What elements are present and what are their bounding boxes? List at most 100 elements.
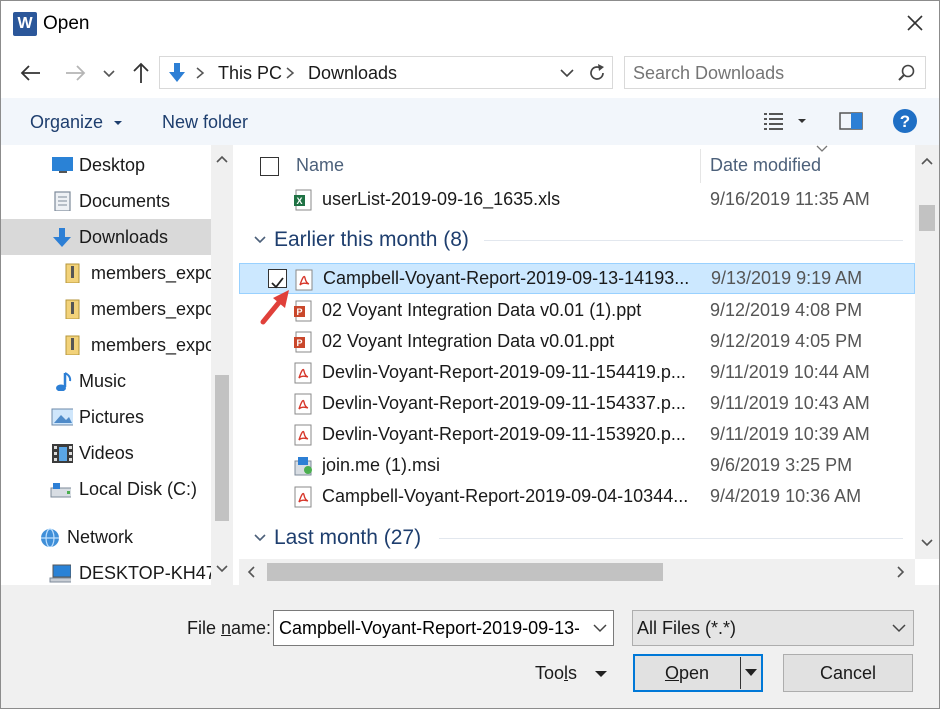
group-header-last-month[interactable]: Last month (27) <box>239 521 915 555</box>
pdf-file-icon <box>294 486 312 508</box>
zip-folder-icon <box>65 263 80 283</box>
recent-locations-button[interactable] <box>99 59 119 87</box>
powerpoint-file-icon: P <box>294 300 312 322</box>
downloads-icon <box>53 228 71 247</box>
navigation-pane: Desktop Documents Downloads members_expo <box>1 145 233 585</box>
dropdown-arrow-icon <box>595 671 608 678</box>
file-row-userlist-xls[interactable]: X userList-2019-09-16_1635.xls 9/16/2019… <box>239 184 915 215</box>
chevron-down-icon[interactable] <box>558 65 576 81</box>
forward-arrow-icon <box>66 65 86 81</box>
file-name: Devlin-Voyant-Report-2019-09-11-153920.p… <box>322 424 686 444</box>
search-box[interactable] <box>624 56 926 89</box>
back-button[interactable] <box>17 59 45 87</box>
word-app-icon: W <box>13 12 37 36</box>
scroll-down-icon[interactable] <box>215 563 229 575</box>
scroll-up-icon[interactable] <box>215 153 229 165</box>
help-button[interactable]: ? <box>892 108 918 134</box>
file-row-devlin-report-154337[interactable]: Devlin-Voyant-Report-2019-09-11-154337.p… <box>239 388 915 419</box>
nav-item-desktop-computer[interactable]: DESKTOP-KH47N <box>1 555 211 585</box>
file-row-devlin-report-154419[interactable]: Devlin-Voyant-Report-2019-09-11-154419.p… <box>239 357 915 388</box>
nav-item-label: members_expo <box>91 263 211 283</box>
preview-pane-button[interactable] <box>839 110 863 132</box>
scroll-down-icon[interactable] <box>920 537 934 549</box>
new-folder-button[interactable]: New folder <box>162 111 248 133</box>
file-name: 02 Voyant Integration Data v0.01 (1).ppt <box>322 300 642 320</box>
nav-item-desktop[interactable]: Desktop <box>1 147 211 183</box>
back-arrow-icon <box>20 65 40 81</box>
nav-pane-scrollbar[interactable] <box>211 145 233 585</box>
scroll-right-icon[interactable] <box>895 565 907 579</box>
nav-item-videos[interactable]: Videos <box>1 435 211 471</box>
svg-text:P: P <box>296 307 302 317</box>
nav-item-downloads[interactable]: Downloads <box>1 219 211 255</box>
horizontal-scrollbar[interactable] <box>239 559 915 585</box>
music-icon <box>56 372 72 391</box>
powerpoint-file-icon: P <box>294 331 312 353</box>
file-row-devlin-report-153920[interactable]: Devlin-Voyant-Report-2019-09-11-153920.p… <box>239 419 915 450</box>
nav-item-members-export-3[interactable]: members_expo <box>1 327 211 363</box>
nav-item-label: members_expo <box>91 299 211 319</box>
open-button-label: Open <box>664 663 710 683</box>
chevron-down-icon[interactable] <box>592 622 608 634</box>
file-row-voyant-ppt-2[interactable]: P 02 Voyant Integration Data v0.01.ppt 9… <box>239 326 915 357</box>
file-name-combobox[interactable] <box>273 610 614 646</box>
chevron-right-icon[interactable] <box>284 66 296 80</box>
organize-button[interactable]: Organize <box>30 111 124 133</box>
scroll-left-icon[interactable] <box>245 565 257 579</box>
file-date: 9/6/2019 3:25 PM <box>710 455 853 475</box>
nav-scroll-thumb[interactable] <box>215 375 229 521</box>
up-button[interactable] <box>127 59 155 87</box>
file-name: Devlin-Voyant-Report-2019-09-11-154337.p… <box>322 393 686 413</box>
scroll-up-icon[interactable] <box>920 155 934 167</box>
chevron-down-icon <box>103 70 115 78</box>
pdf-file-icon <box>295 269 313 291</box>
column-header-name[interactable]: Name <box>296 155 344 176</box>
column-header-date-modified[interactable]: Date modified <box>710 155 821 176</box>
tools-button[interactable]: Tools <box>535 662 608 684</box>
nav-item-documents[interactable]: Documents <box>1 183 211 219</box>
group-header-earlier-this-month[interactable]: Earlier this month (8) <box>239 223 915 257</box>
nav-item-label: Documents <box>79 191 171 211</box>
collapse-chevron-icon <box>254 236 266 244</box>
local-disk-icon <box>50 483 71 498</box>
file-row-join-me-msi[interactable]: join.me (1).msi 9/6/2019 3:25 PM <box>239 450 915 481</box>
nav-item-members-export-2[interactable]: members_expo <box>1 291 211 327</box>
file-row-voyant-ppt-1[interactable]: P 02 Voyant Integration Data v0.01 (1).p… <box>239 295 915 326</box>
file-row-campbell-report-0904[interactable]: Campbell-Voyant-Report-2019-09-04-10344.… <box>239 481 915 512</box>
file-type-filter-select[interactable]: All Files (*.*) <box>632 610 914 646</box>
nav-item-network[interactable]: Network <box>1 519 211 555</box>
search-icon[interactable] <box>897 63 917 83</box>
file-date: 9/11/2019 10:39 AM <box>710 424 870 444</box>
refresh-icon[interactable] <box>586 62 608 84</box>
row-checkbox-checked[interactable] <box>268 269 287 289</box>
breadcrumb-downloads[interactable]: Downloads <box>308 62 397 84</box>
open-button[interactable]: Open <box>633 654 763 692</box>
file-row-campbell-report-0913[interactable]: Campbell-Voyant-Report-2019-09-13-14193.… <box>239 263 915 294</box>
close-button[interactable] <box>899 9 931 39</box>
nav-item-pictures[interactable]: Pictures <box>1 399 211 435</box>
select-all-checkbox[interactable] <box>260 157 279 176</box>
chevron-down-icon <box>892 624 906 633</box>
search-input[interactable] <box>633 61 893 85</box>
nav-item-label: Music <box>79 371 127 391</box>
open-options-arrow-icon[interactable] <box>743 667 759 679</box>
forward-button[interactable] <box>61 59 89 87</box>
change-view-button[interactable] <box>763 110 813 132</box>
file-list-scrollbar[interactable] <box>915 145 939 559</box>
horizontal-scroll-thumb[interactable] <box>267 563 663 581</box>
column-divider[interactable] <box>700 149 701 183</box>
nav-item-music[interactable]: Music <box>1 363 211 399</box>
file-name: Campbell-Voyant-Report-2019-09-13-14193.… <box>323 268 690 288</box>
file-name-input[interactable] <box>279 616 579 640</box>
pdf-file-icon <box>294 362 312 384</box>
close-icon <box>907 15 923 31</box>
nav-item-local-disk[interactable]: Local Disk (C:) <box>1 471 211 507</box>
file-scroll-thumb[interactable] <box>919 205 935 231</box>
up-arrow-icon <box>133 62 149 83</box>
file-name: Devlin-Voyant-Report-2019-09-11-154419.p… <box>322 362 686 382</box>
cancel-button[interactable]: Cancel <box>783 654 913 692</box>
address-bar[interactable]: This PC Downloads <box>159 56 613 89</box>
chevron-right-icon <box>196 67 205 79</box>
breadcrumb-this-pc[interactable]: This PC <box>218 62 282 84</box>
nav-item-members-export-1[interactable]: members_expo <box>1 255 211 291</box>
